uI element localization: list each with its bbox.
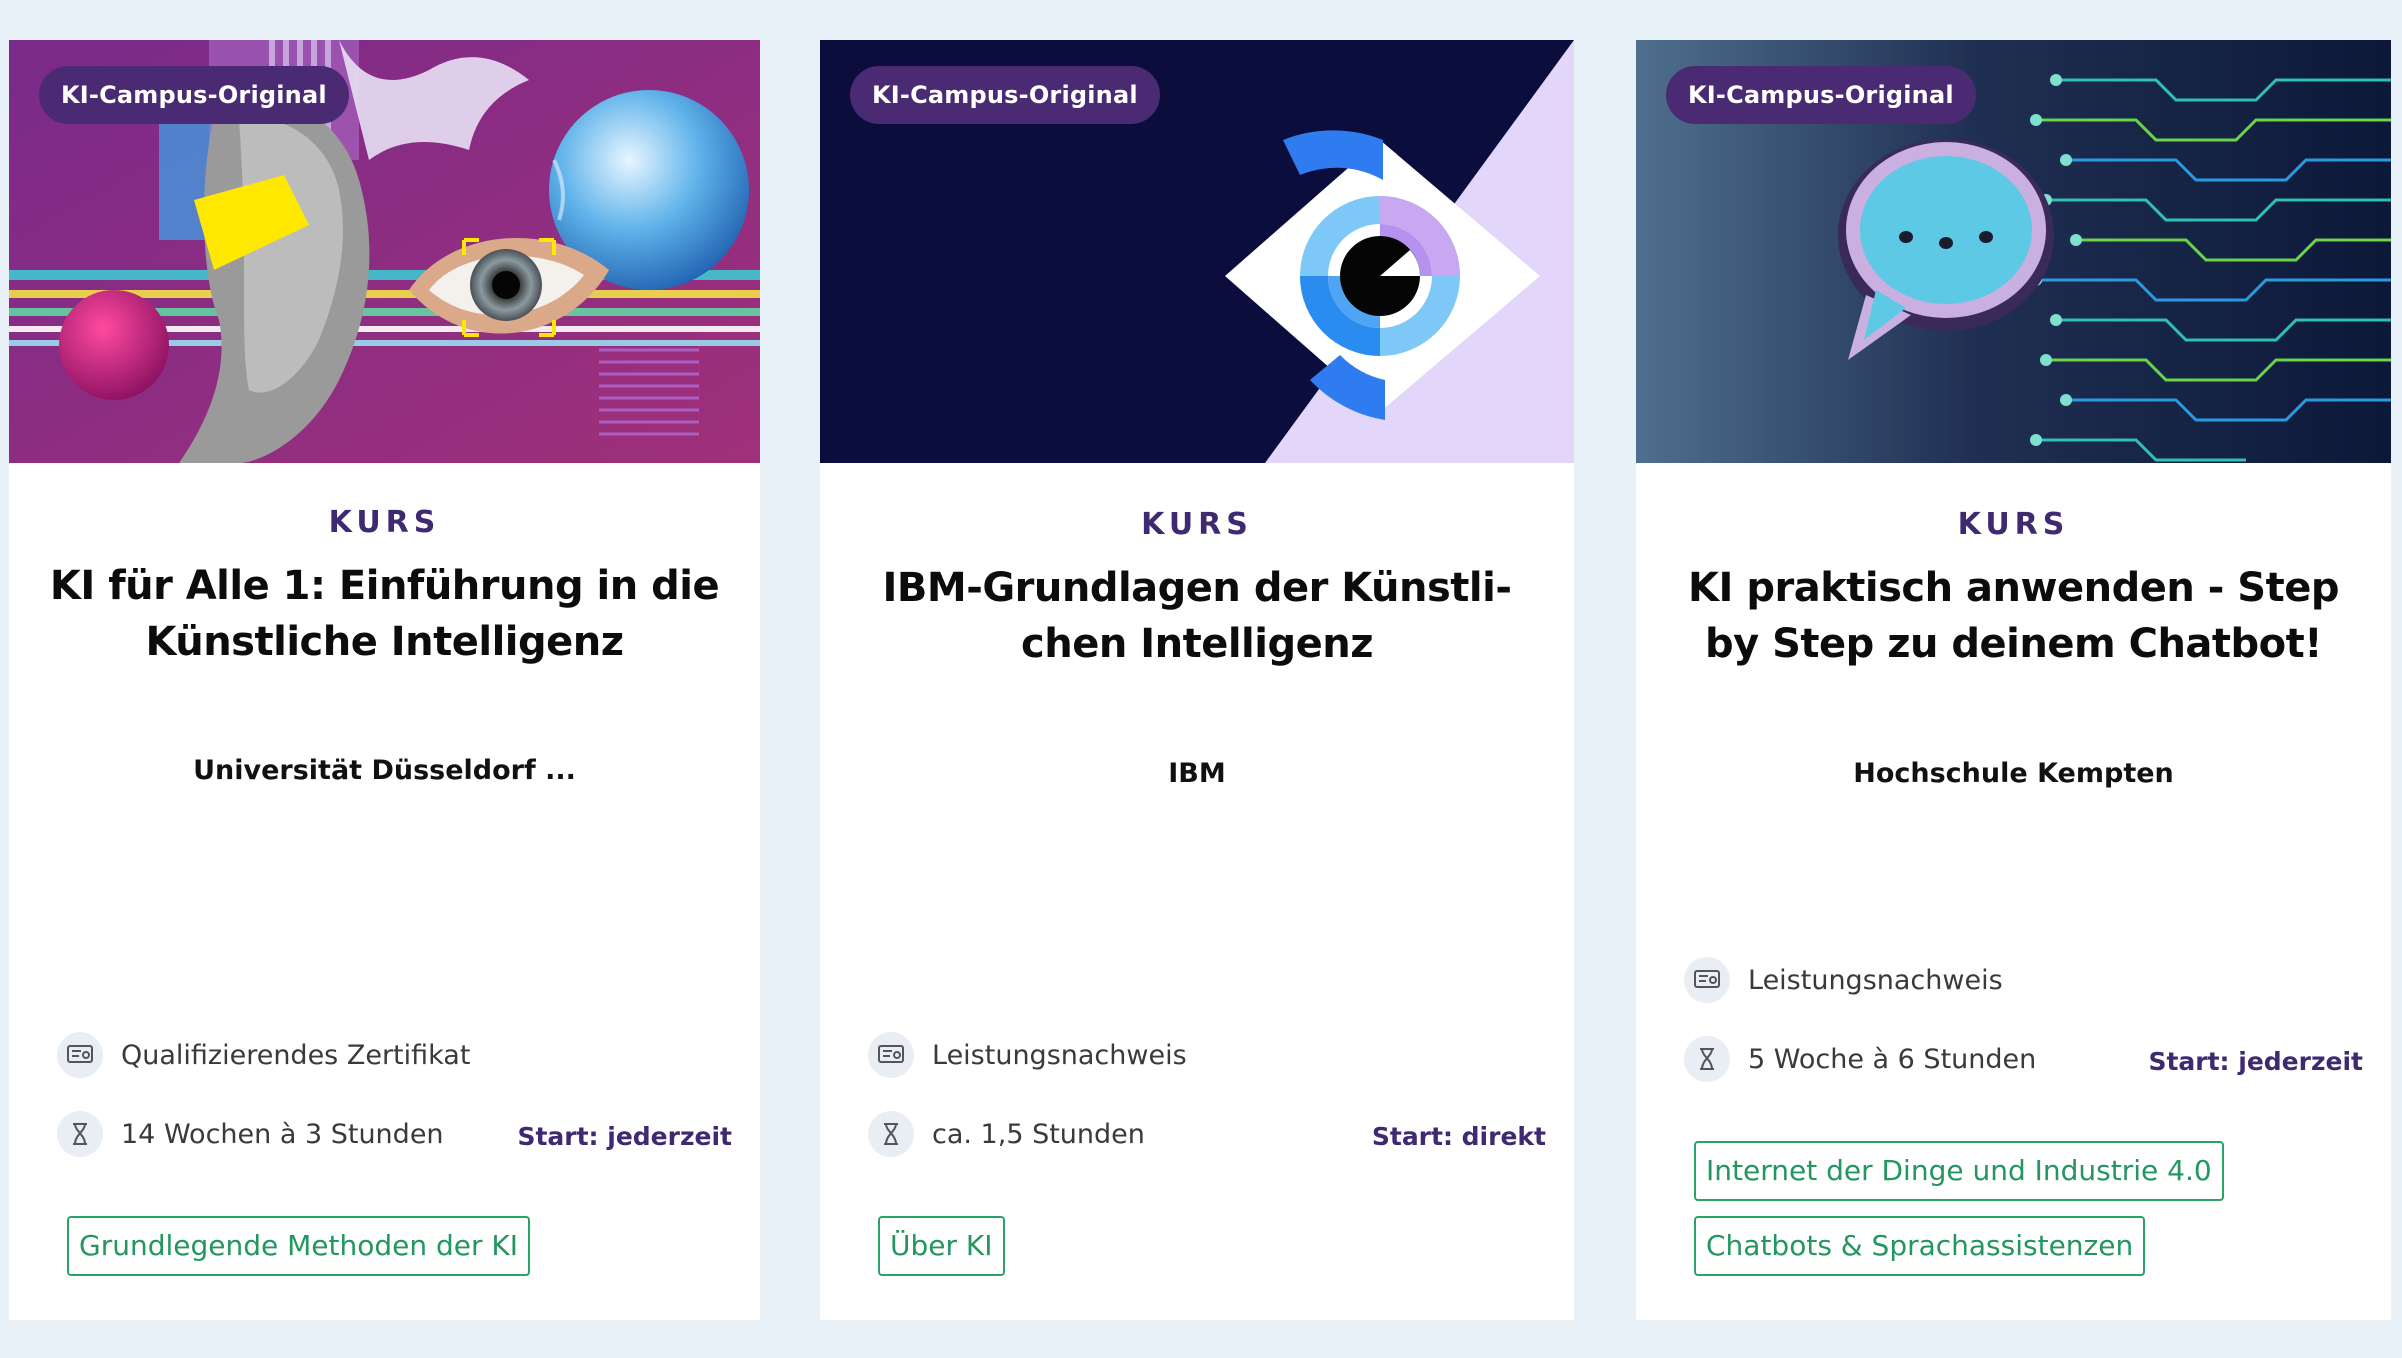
certificate-row: Qualifizierendes Zertifikat	[57, 1032, 470, 1078]
duration-row: 5 Woche à 6 Stunden	[1684, 1036, 2036, 1082]
start-info: Start: jederzeit	[517, 1122, 732, 1151]
course-title-line: chen Intelligenz	[1021, 621, 1373, 667]
course-type-label: KURS	[328, 505, 441, 540]
course-title[interactable]: IBM-Grundlagen der Künstli- chen Intelli…	[860, 560, 1534, 672]
certificate-icon	[1684, 957, 1730, 1003]
certificate-row: Leistungsnachweis	[1684, 957, 2003, 1003]
hourglass-icon	[1684, 1036, 1730, 1082]
ki-campus-original-badge: KI-Campus-Original	[1666, 66, 1976, 124]
certificate-label: Qualifizierendes Zertifikat	[121, 1039, 471, 1071]
topic-tag[interactable]: Grundlegende Methoden der KI	[67, 1216, 531, 1276]
topic-tag[interactable]: Chatbots & Sprachassistenzen	[1694, 1216, 2146, 1276]
course-title[interactable]: KI praktisch anwenden - Step by Step zu …	[1676, 560, 2351, 672]
course-type-label: KURS	[1141, 507, 1253, 542]
duration-label: ca. 1,5 Stunden	[932, 1118, 1145, 1150]
course-title-line: KI für Alle 1: Einführung in die	[49, 563, 720, 609]
course-title[interactable]: KI für Alle 1: Einführung in die Künstli…	[49, 558, 720, 670]
topic-tag[interactable]: Internet der Dinge und Industrie 4.0	[1694, 1141, 2224, 1201]
course-title-line: KI praktisch anwenden - Step	[1688, 565, 2339, 611]
hourglass-icon	[57, 1111, 103, 1157]
course-title-line: IBM-Grundlagen der Künstli-	[882, 565, 1512, 611]
course-title-line: by Step zu deinem Chatbot!	[1704, 621, 2323, 667]
course-card[interactable]: KI-Campus-Original KURS KI für Alle 1: E…	[9, 40, 760, 1320]
duration-label: 14 Wochen à 3 Stunden	[121, 1118, 444, 1150]
certificate-icon	[868, 1032, 914, 1078]
start-info: Start: direkt	[1371, 1122, 1546, 1151]
course-type-label: KURS	[1957, 507, 2070, 542]
certificate-label: Leistungsnachweis	[1748, 964, 2003, 996]
course-card[interactable]: KI-Campus-Original KURS KI praktisch anw…	[1636, 40, 2391, 1320]
duration-label: 5 Woche à 6 Stunden	[1748, 1043, 2037, 1075]
course-provider: Universität Düsseldorf ...	[193, 755, 576, 786]
certificate-label: Leistungsnachweis	[932, 1039, 1187, 1071]
certificate-icon	[57, 1032, 103, 1078]
course-provider: IBM	[1168, 758, 1226, 789]
course-title-line: Künstliche Intelligenz	[145, 619, 624, 665]
ki-campus-original-badge: KI-Campus-Original	[850, 66, 1160, 124]
certificate-row: Leistungsnachweis	[868, 1032, 1187, 1078]
course-provider: Hochschule Kempten	[1853, 758, 2174, 789]
topic-tag[interactable]: Über KI	[878, 1216, 1005, 1276]
hourglass-icon	[868, 1111, 914, 1157]
duration-row: ca. 1,5 Stunden	[868, 1111, 1145, 1157]
start-info: Start: jederzeit	[2148, 1047, 2363, 1076]
ki-campus-original-badge: KI-Campus-Original	[39, 66, 349, 124]
duration-row: 14 Wochen à 3 Stunden	[57, 1111, 444, 1157]
course-card[interactable]: KI-Campus-Original KURS IBM-Grundlagen d…	[820, 40, 1574, 1320]
